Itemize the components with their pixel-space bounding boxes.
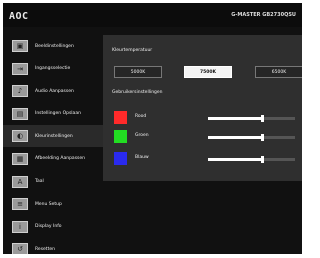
color-settings-panel: Kleurtemperatuur 5000K 7500K 6500K Gebru… xyxy=(103,35,302,181)
temp-option-7500k[interactable]: 7500K xyxy=(184,66,232,78)
osd-screen: AOC G-MASTER GB2730QSU ▣ Beeldinstelling… xyxy=(3,3,302,254)
channel-label: Blauw xyxy=(135,155,149,160)
sidebar-item-display-info[interactable]: i Display Info xyxy=(3,216,103,238)
language-icon: A xyxy=(12,175,28,188)
sidebar-item-label: Menu Setup xyxy=(35,201,62,207)
sidebar-item-ingangsselectie[interactable]: ⇥ Ingangsselectie xyxy=(3,58,103,80)
sidebar-menu: ▣ Beeldinstellingen ⇥ Ingangsselectie ♪ … xyxy=(3,35,103,254)
red-swatch xyxy=(114,111,127,124)
sidebar-item-kleurinstellingen[interactable]: ◐ Kleurinstellingen xyxy=(3,125,103,148)
channel-row-green: Groen xyxy=(114,130,299,144)
sidebar-item-resetten[interactable]: ↺ Resetten xyxy=(3,238,103,254)
temp-option-5000k[interactable]: 5000K xyxy=(114,66,162,78)
sidebar-item-afbeelding-aanpassen[interactable]: ▦ Afbeelding Aanpassen xyxy=(3,148,103,170)
sidebar-item-label: Audio Aanpassen xyxy=(35,88,74,94)
audio-icon: ♪ xyxy=(12,85,28,98)
sidebar-item-label: Afbeelding Aanpassen xyxy=(35,156,86,162)
input-icon: ⇥ xyxy=(12,62,28,75)
green-swatch xyxy=(114,130,127,143)
red-slider[interactable] xyxy=(208,115,295,122)
sidebar-item-label: Taal xyxy=(35,179,44,185)
green-slider-thumb[interactable] xyxy=(260,134,264,141)
blue-swatch xyxy=(114,152,127,165)
channel-row-blue: Blauw xyxy=(114,152,299,166)
color-settings-icon: ◐ xyxy=(12,130,28,143)
sidebar-item-label: Beeldinstellingen xyxy=(35,43,74,49)
info-icon: i xyxy=(12,220,28,233)
sidebar-item-label: Instellingen Opslaan xyxy=(35,111,81,117)
display-icon: ▣ xyxy=(12,40,28,52)
sidebar-item-instellingen-opslaan[interactable]: ▤ Instellingen Opslaan xyxy=(3,103,103,125)
sidebar-item-taal[interactable]: A Taal xyxy=(3,171,103,193)
user-settings-title: Gebruikersinstellingen xyxy=(112,90,163,95)
sidebar-item-label: Resetten xyxy=(35,246,55,252)
red-slider-fill xyxy=(208,117,262,120)
color-temperature-title: Kleurtemperatuur xyxy=(112,48,153,53)
sidebar-item-label: Ingangsselectie xyxy=(35,66,71,72)
sidebar-item-beeldinstellingen[interactable]: ▣ Beeldinstellingen xyxy=(3,35,103,57)
picture-adjust-icon: ▦ xyxy=(12,152,28,165)
channel-label: Rood xyxy=(135,114,147,119)
sidebar-item-menu-setup[interactable]: ≡ Menu Setup xyxy=(3,193,103,215)
green-slider-fill xyxy=(208,136,262,139)
menu-setup-icon: ≡ xyxy=(12,198,28,211)
brand-logo: AOC xyxy=(9,11,29,22)
model-name: G-MASTER GB2730QSU xyxy=(231,12,296,18)
sidebar-item-label: Display Info xyxy=(35,224,62,230)
red-slider-thumb[interactable] xyxy=(260,115,264,122)
blue-slider[interactable] xyxy=(208,156,295,163)
channel-row-red: Rood xyxy=(114,111,299,125)
green-slider[interactable] xyxy=(208,134,295,141)
channel-label: Groen xyxy=(135,133,149,138)
header-bar: AOC G-MASTER GB2730QSU xyxy=(3,3,302,27)
sidebar-item-audio-aanpassen[interactable]: ♪ Audio Aanpassen xyxy=(3,80,103,102)
reset-icon: ↺ xyxy=(12,243,28,254)
blue-slider-thumb[interactable] xyxy=(260,156,264,163)
save-icon: ▤ xyxy=(12,107,28,120)
temp-option-6500k[interactable]: 6500K xyxy=(255,66,302,78)
sidebar-item-label: Kleurinstellingen xyxy=(35,133,73,139)
blue-slider-fill xyxy=(208,158,262,161)
